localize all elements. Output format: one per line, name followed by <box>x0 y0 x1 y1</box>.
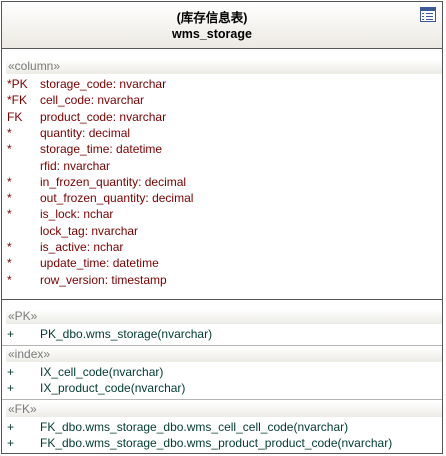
row-marker: * <box>7 191 12 206</box>
fk-stereotype: «FK» <box>6 402 442 417</box>
row-text: lock_tag: nvarchar <box>40 223 139 238</box>
row-marker: + <box>7 381 15 395</box>
row-text: out_frozen_quantity: decimal <box>40 191 194 206</box>
row-text: FK_dbo.wms_storage_dbo.wms_cell_cell_cod… <box>40 420 349 434</box>
row-text: IX_product_code(nvarchar) <box>40 381 186 395</box>
row-text: in_frozen_quantity: decimal <box>40 174 187 189</box>
row-marker: *FK <box>7 93 28 108</box>
section-divider <box>2 345 442 346</box>
index-stereotype: «index» <box>6 347 442 362</box>
row-marker: + <box>7 365 15 379</box>
row-text: FK_dbo.wms_storage_dbo.wms_product_produ… <box>40 436 393 450</box>
row-text: quantity: decimal <box>40 125 131 140</box>
row-marker: * <box>7 272 12 287</box>
row-marker: * <box>7 142 12 157</box>
row-text: rfid: nvarchar <box>40 158 111 173</box>
row-marker: * <box>7 174 12 189</box>
pk-stereotype: «PK» <box>6 309 442 324</box>
row-marker: * <box>7 240 12 254</box>
row-text: is_active: nchar <box>40 240 124 254</box>
row-marker: * <box>7 125 12 140</box>
row-marker: FK <box>7 109 23 124</box>
table-icon <box>420 7 436 22</box>
row-text: cell_code: nvarchar <box>40 93 145 108</box>
row-text: PK_dbo.wms_storage(nvarchar) <box>40 327 213 341</box>
row-text: product_code: nvarchar <box>40 109 167 124</box>
row-text: update_time: datetime <box>40 256 159 271</box>
row-marker: + <box>7 436 15 450</box>
entity-title: (库存信息表) <box>176 11 248 25</box>
row-text: IX_cell_code(nvarchar) <box>40 365 164 379</box>
entity-header: (库存信息表) wms_storage <box>2 2 442 49</box>
row-marker: + <box>7 327 15 341</box>
entity-box[interactable]: (库存信息表) wms_storage «column» *PK storage_… <box>1 1 443 454</box>
row-text: storage_code: nvarchar <box>40 77 167 91</box>
row-text: row_version: timestamp <box>40 272 167 287</box>
row-marker: * <box>7 207 12 222</box>
columns-stereotype: «column» <box>6 59 442 74</box>
entity-name: wms_storage <box>172 27 252 41</box>
row-marker: * <box>7 256 12 271</box>
section-divider <box>2 299 442 300</box>
row-marker: *PK <box>7 77 28 91</box>
row-text: is_lock: nchar <box>40 207 114 222</box>
row-text: storage_time: datetime <box>40 142 163 157</box>
row-marker: + <box>7 420 15 434</box>
section-divider <box>2 399 442 400</box>
